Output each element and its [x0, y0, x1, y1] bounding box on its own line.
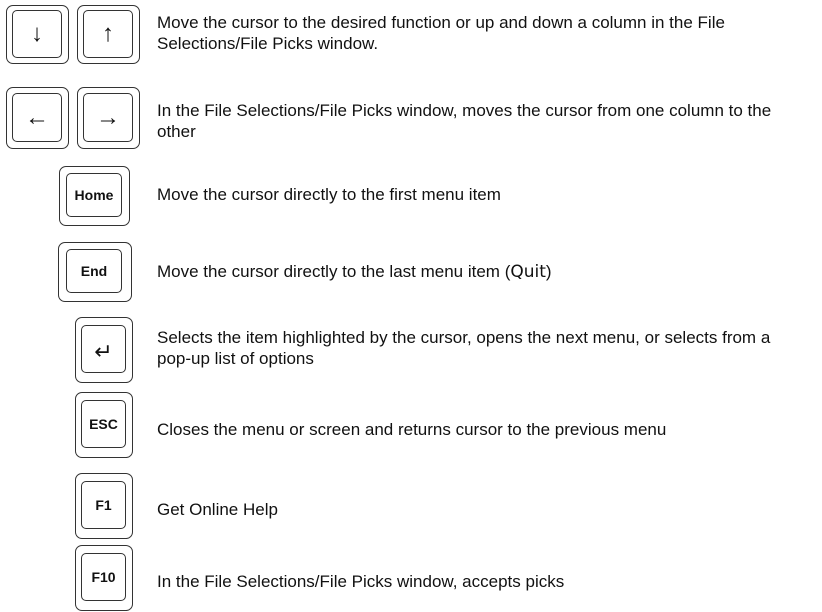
key-home: Home [59, 166, 130, 226]
esc-key-label: ESC [89, 416, 118, 432]
f1-key-label: F1 [95, 497, 112, 513]
arrow-left-icon: ← [25, 103, 49, 131]
end-key-label: End [80, 263, 108, 279]
key-end: End [58, 242, 132, 302]
description-end-suffix: ) [545, 262, 552, 281]
key-up-arrow: ↑ [77, 5, 140, 64]
key-right-arrow: → [77, 87, 140, 149]
description-esc: Closes the menu or screen and returns cu… [157, 420, 667, 439]
arrow-right-icon: → [96, 103, 120, 131]
description-f10: In the File Selections/File Picks window… [157, 572, 565, 591]
description-f1: Get Online Help [157, 500, 278, 519]
home-key-label: Home [74, 187, 114, 203]
description-left-right: In the File Selections/File Picks window… [157, 101, 772, 141]
key-left-arrow: ← [6, 87, 69, 149]
quit-menu-item-label: Quit [510, 262, 546, 282]
key-esc: ESC [75, 392, 133, 458]
description-up-down: Move the cursor to the desired function … [157, 13, 725, 53]
description-end-prefix: Move the cursor directly to the last men… [157, 262, 511, 281]
description-enter: Selects the item highlighted by the curs… [157, 328, 771, 368]
description-home: Move the cursor directly to the first me… [157, 185, 501, 204]
enter-icon: ↵ [94, 339, 113, 364]
key-down-arrow: ↓ [6, 5, 69, 64]
description-end: Move the cursor directly to the last men… [157, 261, 797, 283]
key-f10: F10 [75, 545, 133, 611]
f10-key-label: F10 [91, 569, 116, 585]
arrow-up-icon: ↑ [102, 20, 114, 47]
arrow-down-icon: ↓ [31, 20, 43, 47]
key-enter: ↵ [75, 317, 133, 383]
key-f1: F1 [75, 473, 133, 539]
